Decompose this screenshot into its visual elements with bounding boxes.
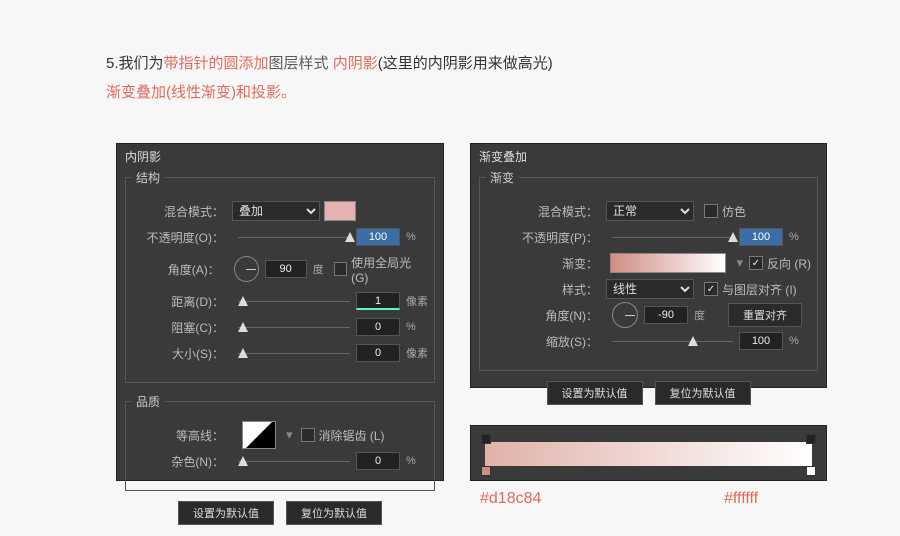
choke-label: 阻塞(C)： [132, 319, 232, 336]
opacity-stop-left[interactable] [481, 434, 491, 444]
blend-mode-label: 混合模式： [132, 203, 232, 220]
unit: % [400, 321, 428, 333]
global-light-label: 使用全局光 (G) [351, 254, 428, 285]
gradient-fieldset: 渐变 混合模式： 正常 仿色 不透明度(P)： 100 % 渐变： ▾ 反向 (… [479, 169, 818, 371]
set-default-button[interactable]: 设置为默认值 [547, 381, 643, 405]
gradient-label: 渐变： [486, 255, 606, 272]
unit: % [400, 455, 428, 467]
reset-align-button[interactable]: 重置对齐 [728, 303, 802, 327]
legend-gradient: 渐变 [486, 169, 518, 186]
blend-mode-label: 混合模式： [486, 203, 606, 220]
gradient-picker[interactable] [610, 253, 726, 273]
color-swatch[interactable] [324, 201, 356, 221]
reverse-checkbox[interactable] [749, 256, 763, 270]
antialias-checkbox[interactable] [301, 428, 315, 442]
opacity-slider[interactable] [612, 230, 733, 244]
size-input[interactable]: 0 [356, 344, 400, 362]
distance-slider[interactable] [238, 294, 350, 308]
gradient-editor-preview[interactable] [470, 425, 827, 481]
opacity-label: 不透明度(O)： [132, 229, 232, 246]
gradient-overlay-panel: 渐变叠加 渐变 混合模式： 正常 仿色 不透明度(P)： 100 % 渐变： ▾… [470, 143, 827, 388]
reset-default-button[interactable]: 复位为默认值 [286, 501, 382, 525]
align-checkbox[interactable] [704, 282, 718, 296]
reset-default-button[interactable]: 复位为默认值 [655, 381, 751, 405]
blend-mode-select[interactable]: 叠加 [232, 201, 320, 221]
angle-label: 角度(A)： [132, 261, 228, 278]
contour-label: 等高线： [132, 427, 232, 444]
contour-picker[interactable] [242, 421, 276, 449]
antialias-label: 消除锯齿 (L) [319, 427, 385, 444]
size-label: 大小(S)： [132, 345, 232, 362]
panel-title: 内阴影 [117, 144, 443, 169]
structure-fieldset: 结构 混合模式： 叠加 不透明度(O)： 100 % 角度(A)： 90 度 使… [125, 169, 435, 383]
inner-shadow-panel: 内阴影 结构 混合模式： 叠加 不透明度(O)： 100 % 角度(A)： 90… [116, 143, 444, 481]
legend-structure: 结构 [132, 169, 164, 186]
legend-quality: 品质 [132, 393, 164, 410]
reverse-label: 反向 (R) [767, 255, 811, 272]
angle-label: 角度(N)： [486, 307, 606, 324]
angle-input[interactable]: 90 [265, 260, 307, 278]
choke-slider[interactable] [238, 320, 350, 334]
quality-fieldset: 品质 等高线： ▾ 消除锯齿 (L) 杂色(N)： 0 % [125, 393, 435, 491]
t-hl: 渐变叠加(线性渐变)和投影 [106, 84, 281, 101]
panel-title: 渐变叠加 [471, 144, 826, 169]
unit: 度 [688, 307, 716, 323]
t: (这里的内阴影用来做高光) [378, 55, 553, 72]
size-slider[interactable] [238, 346, 350, 360]
unit: 像素 [400, 345, 428, 361]
unit: % [783, 231, 811, 243]
opacity-slider[interactable] [238, 230, 350, 244]
dither-checkbox[interactable] [704, 204, 718, 218]
unit: 像素 [400, 293, 428, 309]
scale-slider[interactable] [612, 334, 733, 348]
color-stop-right[interactable] [806, 466, 816, 476]
global-light-checkbox[interactable] [334, 262, 347, 276]
angle-input[interactable]: -90 [644, 306, 688, 324]
scale-label: 缩放(S)： [486, 333, 606, 350]
angle-dial[interactable] [612, 302, 638, 328]
t-hl: 带指针的圆添加 [164, 55, 269, 72]
t: 。 [281, 84, 296, 101]
set-default-button[interactable]: 设置为默认值 [178, 501, 274, 525]
distance-input[interactable]: 1 [356, 292, 400, 310]
unit: 度 [307, 261, 334, 277]
unit: % [783, 335, 811, 347]
gradient-track[interactable] [485, 442, 812, 466]
style-select[interactable]: 线性 [606, 279, 694, 299]
unit: % [400, 231, 428, 243]
annotation-hex-left: #d18c84 [480, 490, 541, 508]
noise-label: 杂色(N)： [132, 453, 232, 470]
opacity-stop-right[interactable] [806, 434, 816, 444]
choke-input[interactable]: 0 [356, 318, 400, 336]
chevron-down-icon[interactable]: ▾ [286, 427, 293, 443]
opacity-label: 不透明度(P)： [486, 229, 606, 246]
color-stop-left[interactable] [481, 466, 491, 476]
t-hl: 内阴影 [333, 55, 378, 72]
dither-label: 仿色 [722, 203, 746, 220]
instruction-text: 5.我们为带指针的圆添加图层样式 内阴影(这里的内阴影用来做高光) 渐变叠加(线… [0, 0, 900, 107]
noise-input[interactable]: 0 [356, 452, 400, 470]
style-label: 样式： [486, 281, 606, 298]
noise-slider[interactable] [238, 454, 350, 468]
blend-mode-select[interactable]: 正常 [606, 201, 694, 221]
t: 5.我们为 [106, 55, 164, 72]
opacity-input[interactable]: 100 [356, 228, 400, 246]
distance-label: 距离(D)： [132, 293, 232, 310]
angle-dial[interactable] [234, 256, 259, 282]
align-label: 与图层对齐 (I) [722, 281, 797, 298]
chevron-down-icon[interactable]: ▾ [736, 255, 743, 271]
scale-input[interactable]: 100 [739, 332, 783, 350]
t: 图层样式 [269, 55, 333, 72]
opacity-input[interactable]: 100 [739, 228, 783, 246]
annotation-hex-right: #ffffff [724, 490, 758, 508]
